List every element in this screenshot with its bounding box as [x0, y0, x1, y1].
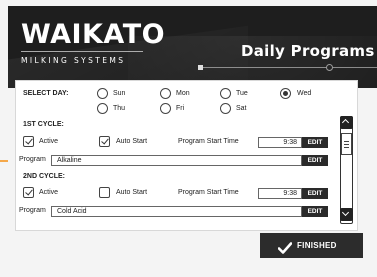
radio-sun-label: Sun [113, 90, 126, 97]
logo: WAIKATO [21, 19, 166, 50]
logo-subtitle: MILKING SYSTEMS [21, 56, 126, 65]
app-header: WAIKATO MILKING SYSTEMS Daily Programs [8, 6, 377, 88]
cycle2-program-label: Program [19, 207, 46, 214]
radio-wed-label: Wed [297, 90, 312, 97]
cycle2-edit-program-button[interactable]: EDIT [302, 206, 328, 217]
radio-thu-label: Thu [113, 105, 126, 112]
radio-sat[interactable] [220, 103, 231, 114]
cycle1-heading: 1ST CYCLE: [23, 121, 64, 128]
scroll-up-icon[interactable] [340, 116, 353, 129]
cycle1-start-time-label: Program Start Time [178, 138, 239, 145]
cycle1-program-field[interactable]: Alkaline [51, 155, 302, 166]
header-decoration-dot [326, 64, 333, 71]
cycle2-program-field[interactable]: Cold Acid [51, 206, 302, 217]
header-decoration-line [200, 67, 377, 68]
scrollbar-thumb[interactable] [341, 133, 352, 155]
finished-button-label: FINISHED [297, 241, 337, 250]
radio-fri-label: Fri [176, 105, 185, 112]
cycle1-program-label: Program [19, 156, 46, 163]
cycle2-start-time-field[interactable]: 9:38 [258, 188, 302, 199]
radio-mon[interactable] [160, 88, 171, 99]
cycle2-auto-start-checkbox[interactable] [99, 187, 110, 198]
cycle1-edit-program-button[interactable]: EDIT [302, 155, 328, 166]
radio-thu[interactable] [97, 103, 108, 114]
cycle2-active-checkbox[interactable] [23, 187, 34, 198]
radio-mon-label: Mon [176, 90, 190, 97]
logo-underline [21, 51, 143, 52]
radio-tue[interactable] [220, 88, 231, 99]
select-day-label: SELECT DAY: [23, 90, 69, 97]
checkmark-icon [277, 239, 293, 264]
cycle2-edit-time-button[interactable]: EDIT [302, 188, 328, 199]
radio-wed[interactable] [280, 88, 291, 99]
cycle1-start-time-field[interactable]: 9:38 [258, 137, 302, 148]
radio-sat-label: Sat [236, 105, 247, 112]
cycle1-edit-time-button[interactable]: EDIT [302, 137, 328, 148]
radio-tue-label: Tue [236, 90, 248, 97]
scroll-down-icon[interactable] [340, 208, 353, 221]
cycle2-start-time-label: Program Start Time [178, 189, 239, 196]
header-decoration-square [198, 65, 203, 70]
cycle1-auto-start-label: Auto Start [116, 138, 148, 145]
cycle2-active-label: Active [39, 189, 59, 196]
page-title: Daily Programs [241, 42, 375, 60]
finished-button[interactable]: FINISHED [260, 233, 363, 258]
radio-fri[interactable] [160, 103, 171, 114]
cycle2-auto-start-label: Auto Start [116, 189, 148, 196]
cycle2-heading: 2ND CYCLE: [23, 173, 66, 180]
accent-line [0, 160, 8, 162]
cycle1-active-checkbox[interactable] [23, 136, 34, 147]
cycle1-auto-start-checkbox[interactable] [99, 136, 110, 147]
programs-panel: SELECT DAY: Sun Mon Tue Wed Thu Fri Sat … [15, 80, 358, 231]
radio-sun[interactable] [97, 88, 108, 99]
cycle1-active-label: Active [39, 138, 59, 145]
